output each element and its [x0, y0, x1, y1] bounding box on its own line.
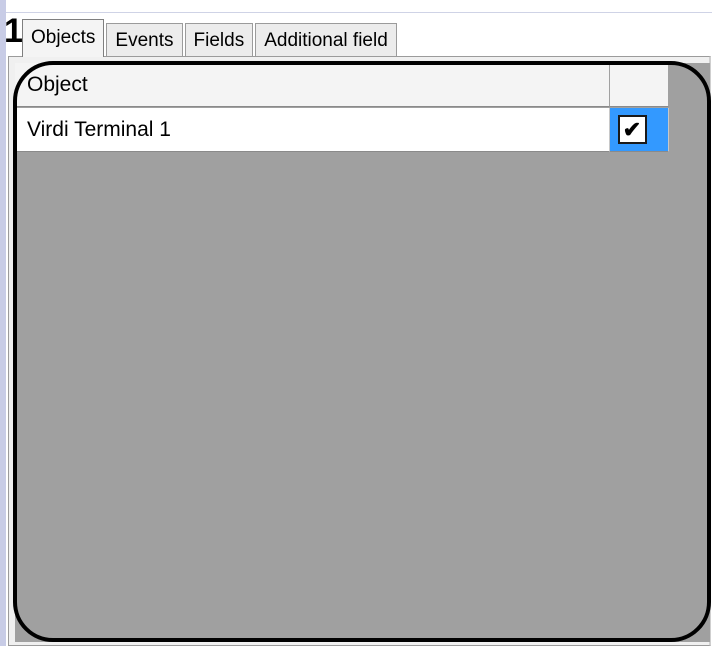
tab-events[interactable]: Events [106, 23, 183, 57]
tab-strip: Objects Events Fields Additional field [22, 19, 399, 57]
callout-number: 1 [4, 12, 23, 50]
tab-additional-field[interactable]: Additional field [255, 23, 397, 57]
tab-objects[interactable]: Objects [22, 19, 105, 57]
grid-header-row: Object [15, 63, 669, 107]
object-checkbox[interactable]: ✔ [617, 115, 647, 144]
top-strip [0, 0, 712, 13]
object-name-cell[interactable]: Virdi Terminal 1 [15, 108, 610, 152]
column-header-object[interactable]: Object [15, 63, 610, 107]
check-cell[interactable]: ✔ [610, 108, 669, 152]
table-row[interactable]: Virdi Terminal 1 ✔ [15, 108, 669, 152]
objects-grid[interactable]: Object Virdi Terminal 1 ✔ [15, 63, 710, 642]
tab-fields[interactable]: Fields [184, 23, 254, 57]
column-header-check[interactable] [610, 63, 669, 107]
screenshot-page: 1 Objects Events Fields Additional field… [0, 0, 712, 646]
left-accent-bar [0, 0, 6, 646]
